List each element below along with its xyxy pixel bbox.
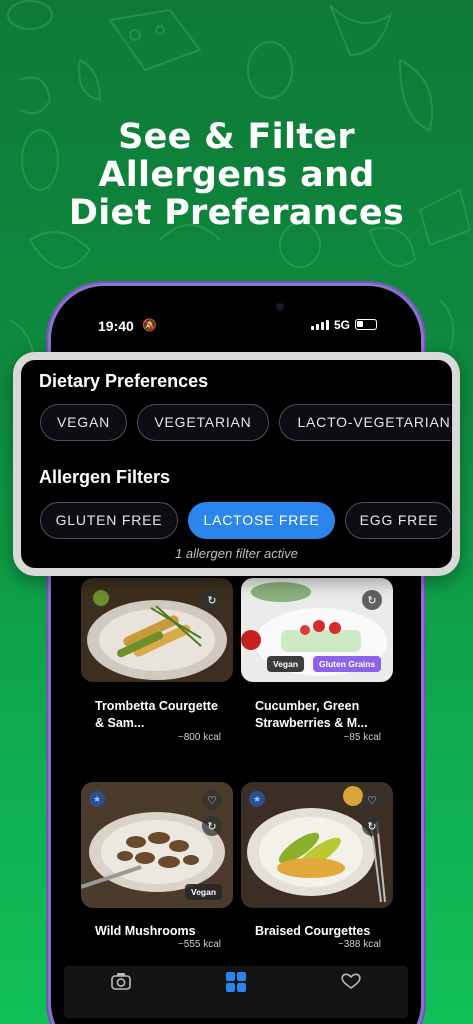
- star-icon: ★: [89, 791, 105, 807]
- recipe-kcal: ~800 kcal: [177, 732, 221, 743]
- dietary-chips: VEGAN VEGETARIAN LACTO-VEGETARIAN: [40, 404, 451, 442]
- recipe-kcal: ~555 kcal: [177, 939, 221, 950]
- tag-vegan: Vegan: [185, 884, 223, 900]
- recipe-title: Braised Courgettes: [255, 924, 371, 938]
- allergen-status: 1 allergen filter active: [175, 546, 298, 561]
- chip-gluten-free[interactable]: GLUTEN FREE: [40, 502, 178, 539]
- tag-vegan: Vegan: [267, 656, 305, 672]
- chip-lacto-vegetarian[interactable]: LACTO-VEGETARIAN: [279, 404, 451, 441]
- bell-muted-icon: 🔕: [142, 318, 157, 332]
- headline-line-1: See & Filter: [118, 117, 355, 157]
- headline: See & Filter Allergens and Diet Preferan…: [0, 118, 473, 232]
- refresh-icon[interactable]: ↻: [202, 590, 222, 610]
- recipe-kcal: ~85 kcal: [343, 732, 381, 743]
- recipe-kcal: ~388 kcal: [337, 939, 381, 950]
- signal-icon: [311, 320, 329, 330]
- heart-icon[interactable]: ♡: [362, 790, 382, 810]
- refresh-icon[interactable]: ↻: [202, 816, 222, 836]
- front-camera: [276, 303, 284, 311]
- chip-vegan[interactable]: VEGAN: [40, 404, 127, 441]
- network-label: 5G: [334, 318, 351, 332]
- heart-icon[interactable]: [341, 972, 361, 995]
- allergen-chips: GLUTEN FREE LACTOSE FREE EGG FREE: [40, 502, 451, 540]
- headline-line-2: Allergens and: [98, 155, 375, 195]
- battery-icon: [355, 319, 377, 330]
- recipe-title: Cucumber, Green Strawberries & M...: [255, 699, 368, 730]
- camera-icon[interactable]: [111, 972, 131, 995]
- refresh-icon[interactable]: ↻: [362, 816, 382, 836]
- star-icon: ★: [249, 791, 265, 807]
- recipe-title: Trombetta Courgette & Sam...: [95, 699, 218, 730]
- chip-egg-free[interactable]: EGG FREE: [345, 502, 451, 539]
- tag-gluten-grains: Gluten Grains: [313, 656, 382, 672]
- headline-line-3: Diet Preferances: [68, 193, 405, 233]
- refresh-icon[interactable]: ↻: [362, 590, 382, 610]
- heart-icon[interactable]: ♡: [202, 790, 222, 810]
- dietary-preferences-title: Dietary Preferences: [39, 371, 209, 391]
- status-time: 19:40: [98, 318, 134, 334]
- recipe-title: Wild Mushrooms: [95, 924, 196, 938]
- chip-lactose-free[interactable]: LACTOSE FREE: [188, 502, 335, 539]
- chip-vegetarian[interactable]: VEGETARIAN: [137, 404, 269, 441]
- grid-icon[interactable]: [226, 972, 246, 997]
- allergen-filters-title: Allergen Filters: [39, 467, 171, 487]
